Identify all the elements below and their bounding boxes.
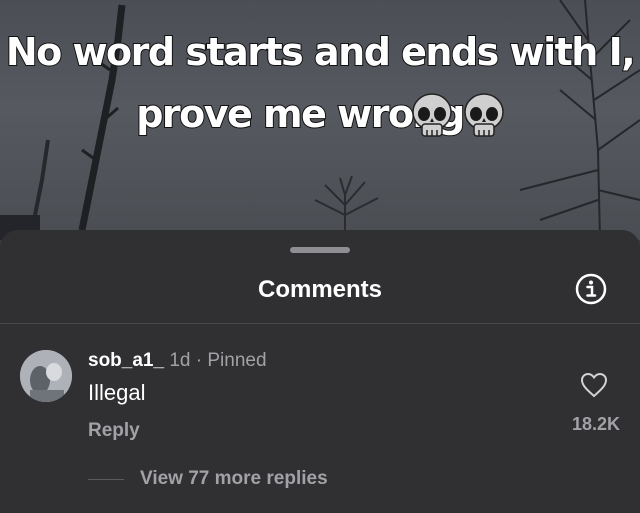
info-icon[interactable]	[575, 273, 607, 305]
reply-button[interactable]: Reply	[88, 420, 140, 442]
comment-text: Illegal	[88, 380, 146, 405]
header-divider	[0, 323, 640, 324]
video-caption-line1: No word starts and ends with I,	[5, 29, 637, 75]
pinned-label: Pinned	[207, 350, 267, 371]
view-replies-label: View 77 more replies	[140, 468, 328, 489]
video-caption-line2: prove me wrong	[135, 91, 466, 137]
skull-icon	[412, 93, 452, 137]
comments-title: Comments	[257, 276, 383, 303]
sheet-grabber-handle[interactable]	[290, 247, 350, 253]
comment-age: 1d	[169, 350, 191, 371]
heart-outline-icon[interactable]	[580, 372, 608, 398]
comment-meta: sob_a1_ 1d · Pinned	[88, 350, 267, 372]
avatar[interactable]	[20, 350, 72, 402]
meta-separator: ·	[195, 350, 203, 371]
caption-emoji-group	[410, 92, 506, 140]
view-replies-button[interactable]: View 77 more replies	[88, 468, 328, 490]
video-background: No word starts and ends with I, prove me…	[0, 0, 640, 240]
replies-thread-line	[88, 478, 124, 480]
comment-username[interactable]: sob_a1_	[88, 350, 164, 371]
like-count: 18.2K	[571, 414, 620, 434]
skull-icon	[464, 93, 504, 137]
avatar-image	[20, 350, 72, 402]
comments-sheet: Comments sob_a1_ 1d · Pinned Illegal Rep…	[0, 230, 640, 513]
